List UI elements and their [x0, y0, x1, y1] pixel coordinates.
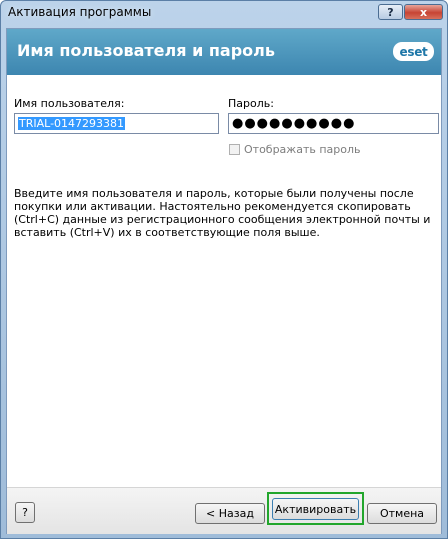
dialog-footer: ? < Назад Активировать Отмена [7, 487, 441, 534]
activation-window: Активация программы ? x Имя пользователя… [0, 0, 448, 539]
instructions-text: Введите имя пользователя и пароль, котор… [14, 187, 431, 239]
eset-logo-text: eset [399, 44, 428, 59]
password-input[interactable]: ●●●●●●●●●● [228, 113, 439, 134]
eset-logo: eset [393, 42, 434, 61]
help-button[interactable]: ? [15, 502, 35, 523]
username-input[interactable]: TRIAL-0147293381 [14, 113, 219, 134]
dialog-client-area: Имя пользователя и пароль eset Имя польз… [6, 28, 442, 534]
username-value: TRIAL-0147293381 [18, 117, 126, 130]
title-bar[interactable]: Активация программы ? x [1, 1, 447, 25]
title-help-button[interactable]: ? [378, 4, 403, 20]
cancel-button[interactable]: Отмена [367, 503, 437, 524]
back-button[interactable]: < Назад [195, 503, 265, 524]
form-area: Имя пользователя: TRIAL-0147293381 Парол… [7, 75, 441, 487]
dialog-header: Имя пользователя и пароль eset [7, 29, 441, 75]
show-password-row[interactable]: Отображать пароль [229, 143, 361, 156]
header-title: Имя пользователя и пароль [17, 41, 276, 60]
username-label: Имя пользователя: [14, 97, 125, 110]
activate-button[interactable]: Активировать [272, 498, 359, 520]
show-password-checkbox[interactable] [229, 144, 240, 155]
title-close-button[interactable]: x [404, 4, 443, 20]
password-label: Пароль: [228, 97, 274, 110]
show-password-label: Отображать пароль [244, 143, 361, 156]
window-title: Активация программы [8, 5, 152, 19]
